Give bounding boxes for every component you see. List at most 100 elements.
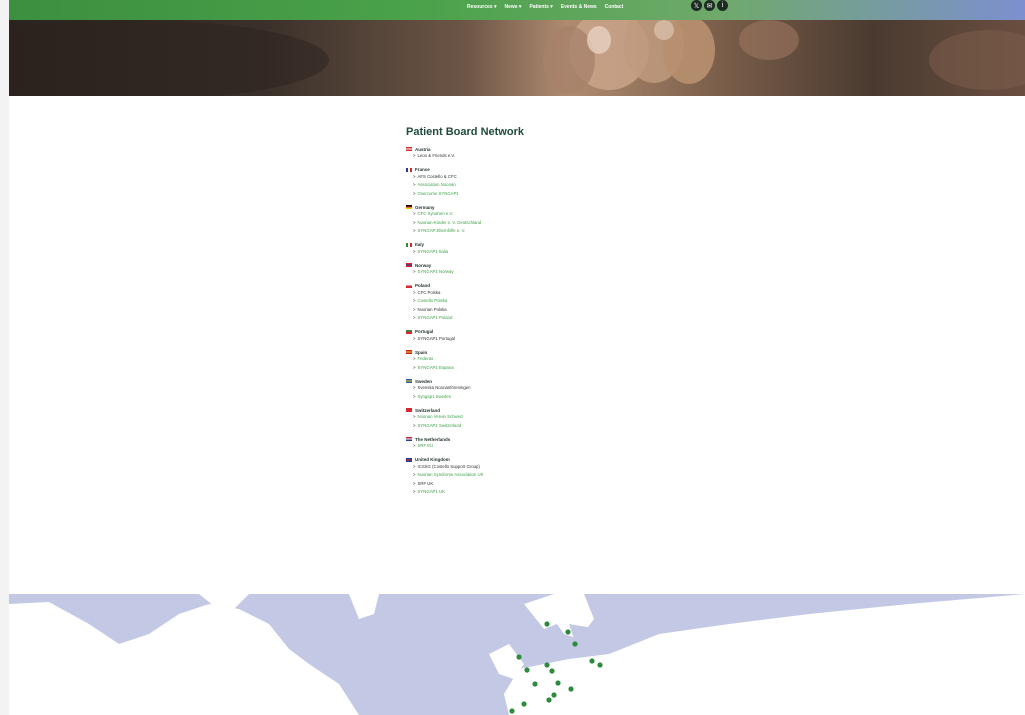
organization-link[interactable]: > SYNGAP1 Norway (406, 268, 666, 277)
flag-icon (406, 242, 412, 247)
organization-link[interactable]: > SYNGAP1 Portugal (406, 335, 666, 344)
organization-label: Association Noonan (417, 182, 456, 187)
chevron-right-icon: > (413, 269, 416, 274)
map-marker[interactable] (568, 686, 574, 692)
organization-label: Syngap1 Sweden (417, 393, 452, 399)
chevron-right-icon: > (413, 298, 416, 303)
country-list: Austria > Leon & Friends e.V. France > AFS Co… (406, 146, 666, 497)
organization-label: SYNGAP1 UK (417, 489, 445, 494)
map-marker[interactable] (544, 662, 550, 668)
organization-link[interactable]: > SRF EU (406, 442, 666, 451)
organization-label: SYNGAP1 Espana (417, 364, 454, 370)
organization-link[interactable]: > Costello Polska (406, 297, 666, 306)
organization-link[interactable]: > SYNGAP1 Espana (406, 364, 666, 373)
organization-label: SYNGAP1 Norway (417, 269, 454, 274)
map-marker[interactable] (532, 681, 538, 687)
chevron-right-icon: > (413, 211, 416, 216)
flag-icon (406, 329, 412, 334)
hero-image-hands (9, 20, 1025, 96)
europe-map[interactable] (9, 594, 1025, 715)
organization-label: SYNGAP1 Poland (417, 315, 453, 320)
map-marker[interactable] (589, 658, 595, 664)
map-marker[interactable] (546, 697, 552, 703)
chevron-right-icon: > (413, 422, 416, 428)
chevron-right-icon: > (413, 315, 416, 320)
nav-item[interactable]: Events & News (561, 4, 597, 10)
organization-link[interactable]: > Noonan Syndrome Association UK (406, 471, 666, 480)
flag-icon (406, 205, 412, 209)
flag-icon (406, 350, 412, 354)
organization-link[interactable]: > Noonan Polska (406, 306, 666, 315)
flag-icon (406, 379, 412, 383)
organization-link[interactable]: > SYNGAP1 Poland (406, 314, 666, 323)
organization-link[interactable]: > Noonan-Kinder e. V. Deutschland (406, 219, 666, 228)
organization-link[interactable]: > SRF UK (406, 480, 666, 489)
organization-link[interactable]: > Leon & Friends e.V. (406, 152, 666, 161)
nav-item[interactable]: Patients ▾ (529, 4, 552, 10)
nav-item[interactable]: Contact (605, 4, 624, 10)
organization-link[interactable]: > Svenska Noonanföreningen (406, 384, 666, 393)
chevron-right-icon: > (413, 248, 416, 254)
country-group: Switzerland > Noonan Verein Schweiz > SYNGAP… (406, 407, 666, 430)
organization-link[interactable]: > ICSSG (Costello Support Group) (406, 463, 666, 472)
country-group: Poland > CFC Polska > Costello Polska > Noonan… (406, 283, 666, 323)
organization-link[interactable]: > Federas (406, 355, 666, 364)
info-icon[interactable]: i (717, 0, 728, 11)
organization-link[interactable]: > SYNGAP1 UK (406, 488, 666, 497)
flag-icon (406, 457, 412, 462)
organization-link[interactable]: > CFC Syndrom e.V. (406, 210, 666, 219)
nav-item[interactable]: News ▾ (504, 4, 521, 10)
country-name: Norway (415, 262, 432, 268)
map-marker[interactable] (565, 629, 571, 635)
map-marker[interactable] (597, 662, 603, 668)
country-group: Sweden > Svenska Noonanföreningen > Syngap1 … (406, 378, 666, 401)
page: Resources ▾ News ▾ Patients ▾ Events & News… (9, 0, 1025, 715)
organization-label: SYNGAP Elternhilfe e. V. (417, 228, 466, 233)
country-name: Germany (415, 204, 435, 210)
email-icon[interactable]: ✉ (704, 0, 715, 11)
map-marker[interactable] (509, 708, 515, 714)
flag-icon (406, 283, 412, 288)
country-name: Switzerland (415, 407, 441, 413)
organization-link[interactable]: > AFS Costello & CFC (406, 173, 666, 182)
top-navigation-bar: Resources ▾ News ▾ Patients ▾ Events & News… (9, 0, 1025, 20)
chevron-right-icon: > (413, 480, 416, 486)
organization-link[interactable]: > Syngap1 Sweden (406, 393, 666, 402)
organization-link[interactable]: > SYNGAP Elternhilfe e. V. (406, 227, 666, 236)
organization-label: Noonan Polska (417, 306, 447, 312)
organization-label: Svenska Noonanföreningen (417, 385, 471, 390)
chevron-right-icon: > (413, 228, 416, 233)
organization-link[interactable]: > Overcome SYNGAP1 (406, 190, 666, 199)
organization-link[interactable]: > SYNGAP1 Italia (406, 248, 666, 257)
country-group: Spain > Federas > SYNGAP1 Espana (406, 349, 666, 372)
country-name: Sweden (415, 378, 433, 384)
organization-label: Noonan Verein Schweiz (417, 414, 464, 419)
organization-label: Overcome SYNGAP1 (417, 190, 459, 196)
chevron-right-icon: > (413, 190, 416, 196)
chevron-right-icon: > (413, 335, 416, 341)
chevron-right-icon: > (413, 173, 416, 179)
map-marker[interactable] (521, 701, 527, 707)
country-name: Austria (415, 146, 431, 152)
country-group: Germany > CFC Syndrom e.V. > Noonan-Kinder e… (406, 204, 666, 236)
map-marker[interactable] (544, 621, 550, 627)
map-marker[interactable] (572, 641, 578, 647)
chevron-right-icon: > (413, 182, 416, 187)
nav-item[interactable]: Resources ▾ (467, 4, 496, 10)
map-marker[interactable] (549, 668, 555, 674)
organization-link[interactable]: > Noonan Verein Schweiz (406, 413, 666, 422)
map-marker[interactable] (516, 654, 522, 660)
country-group: Italy > SYNGAP1 Italia (406, 242, 666, 257)
map-marker[interactable] (551, 692, 557, 698)
country-group: The Netherlands > SRF EU (406, 436, 666, 451)
organization-link[interactable]: > SYNGAP1 Switzerland (406, 422, 666, 431)
map-marker[interactable] (524, 667, 530, 673)
organization-link[interactable]: > Association Noonan (406, 181, 666, 190)
organization-link[interactable]: > CFC Polska (406, 289, 666, 298)
organization-label: AFS Costello & CFC (417, 173, 457, 179)
chevron-right-icon: > (413, 393, 416, 399)
page-title: Patient Board Network (406, 126, 524, 138)
chevron-right-icon: > (413, 364, 416, 370)
x-icon[interactable]: 𝕏 (691, 0, 702, 11)
map-marker[interactable] (555, 680, 561, 686)
